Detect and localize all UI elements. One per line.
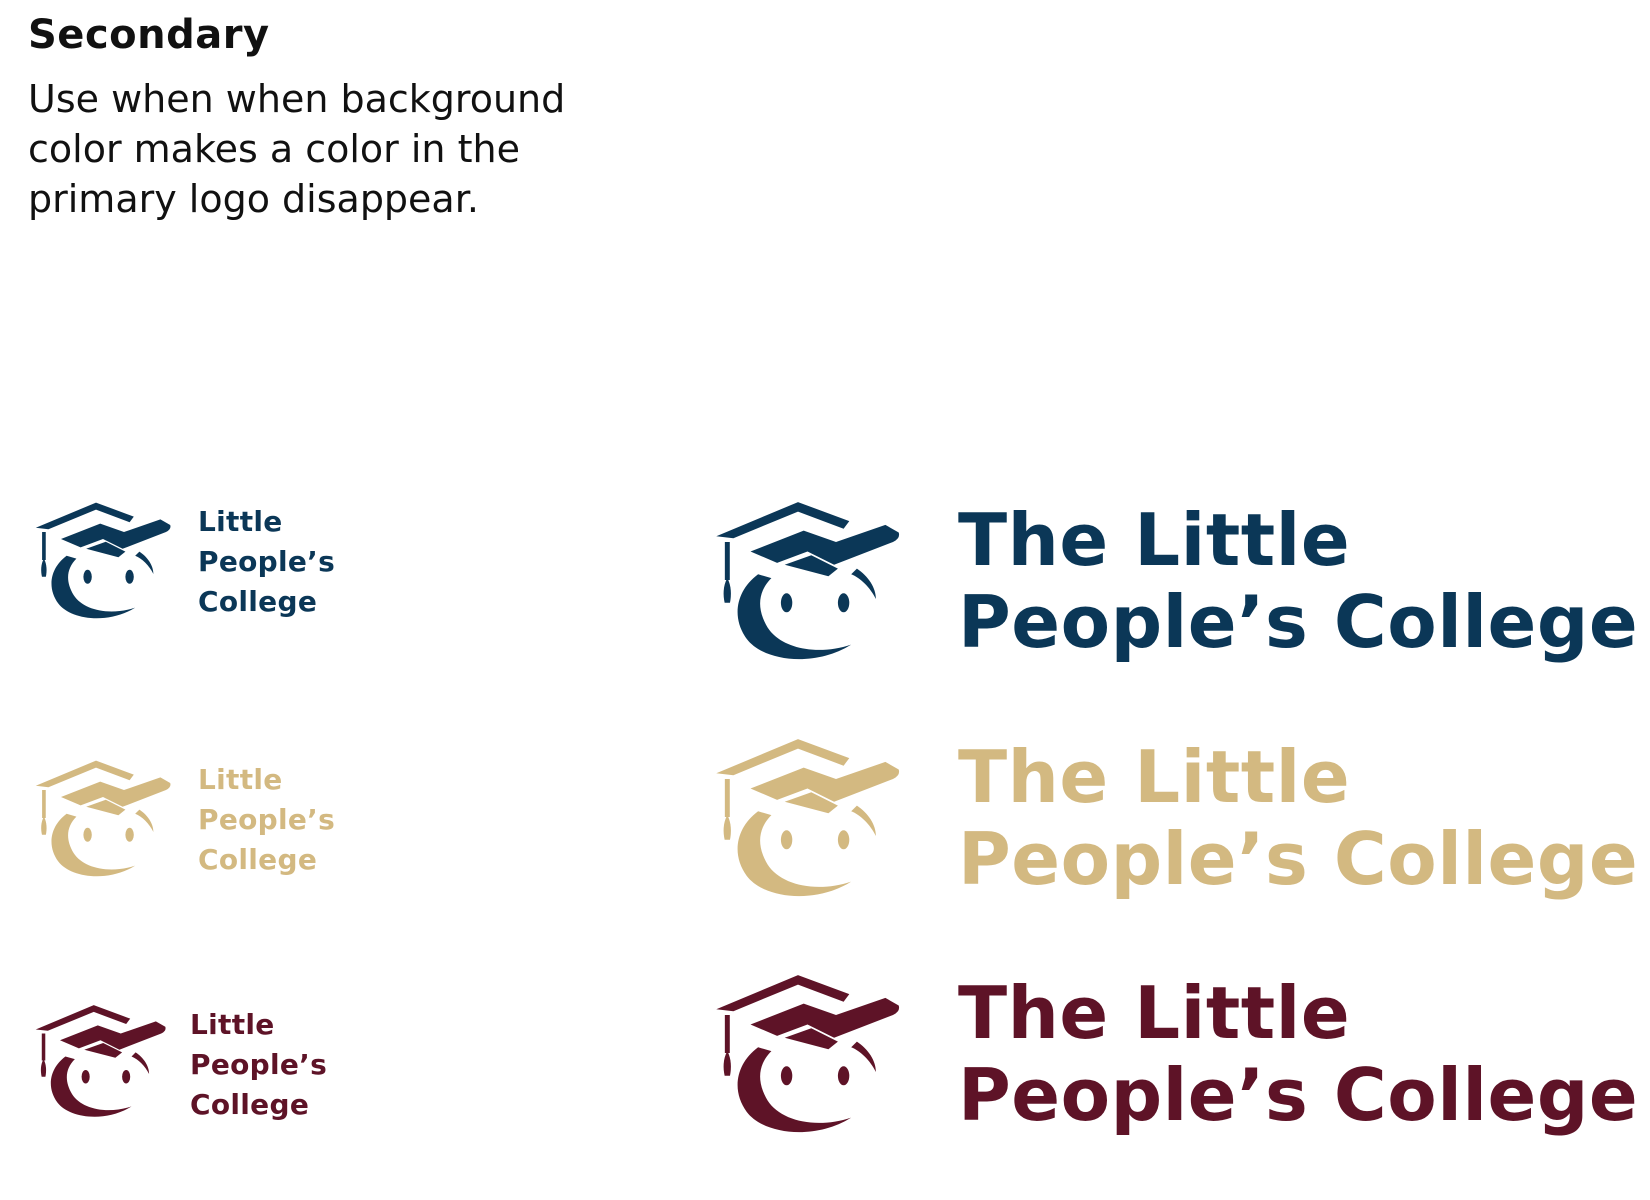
wordmark-line: College	[190, 1088, 310, 1121]
graduation-smiley-icon	[35, 760, 171, 877]
section-description: Use when when background color makes a c…	[28, 77, 566, 221]
wordmark-line: People’s	[190, 1048, 328, 1081]
logo-small-gold: Little People’s College	[28, 748, 368, 888]
logo-large-navy: The Little People’s College	[700, 485, 1650, 675]
wordmark-line: People’s College	[958, 580, 1639, 664]
wordmark-line: College	[198, 843, 318, 876]
logo-large-gold: The Little People’s College	[700, 722, 1650, 912]
wordmark-line: College	[198, 585, 318, 618]
wordmark-line: Little	[190, 1008, 275, 1041]
logo-small-maroon: Little People’s College	[28, 993, 368, 1133]
logo-large-maroon: The Little People’s College	[700, 958, 1650, 1148]
logo-wordmark: Little People’s College	[198, 502, 335, 622]
logo-small-navy: Little People’s College	[28, 490, 368, 630]
graduation-smiley-icon	[35, 502, 171, 619]
logo-wordmark: The Little People’s College	[958, 499, 1638, 663]
wordmark-line: Little	[198, 763, 283, 796]
wordmark-line: The Little	[958, 735, 1351, 819]
logo-wordmark: The Little People’s College	[958, 972, 1638, 1136]
graduation-smiley-icon	[716, 975, 900, 1133]
wordmark-line: People’s	[198, 803, 336, 836]
wordmark-line: The Little	[958, 498, 1351, 582]
wordmark-line: People’s College	[958, 817, 1639, 901]
graduation-smiley-icon	[35, 1005, 166, 1117]
logo-wordmark: The Little People’s College	[958, 736, 1638, 900]
logo-wordmark: Little People’s College	[198, 760, 335, 880]
wordmark-line: Little	[198, 505, 283, 538]
wordmark-line: People’s	[198, 545, 336, 578]
graduation-smiley-icon	[716, 502, 900, 660]
wordmark-line: People’s College	[958, 1053, 1639, 1137]
logo-wordmark: Little People’s College	[190, 1005, 327, 1125]
graduation-smiley-icon	[716, 739, 900, 897]
wordmark-line: The Little	[958, 971, 1351, 1055]
section-heading: Secondary	[28, 12, 270, 58]
